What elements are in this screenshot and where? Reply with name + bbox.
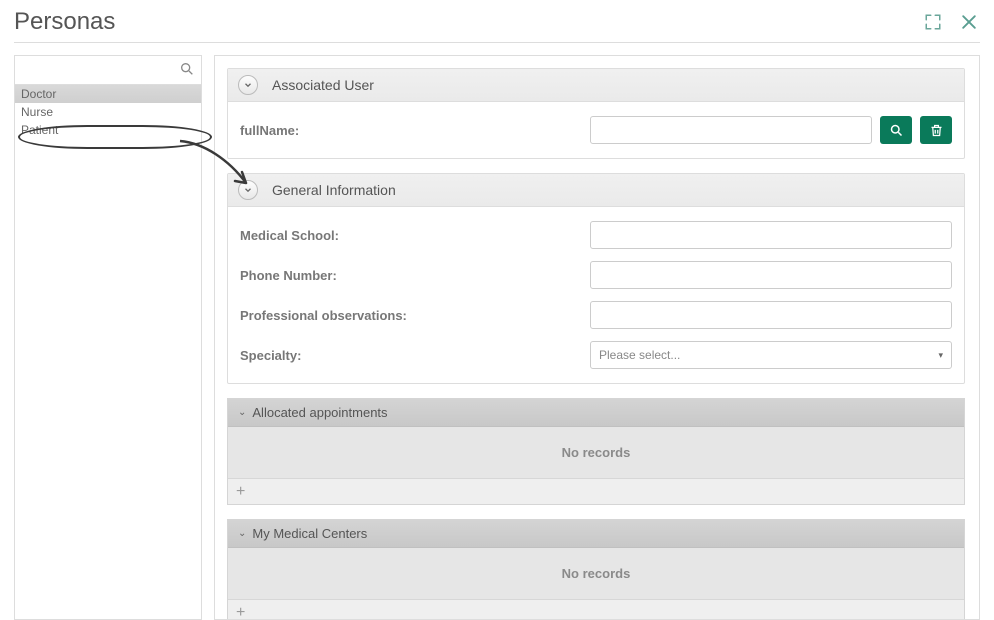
row-fullname: fullName: [240,116,952,144]
main-panel[interactable]: Associated User fullName: [214,55,980,620]
page-title: Personas [14,8,115,36]
centers-empty: No records [228,548,964,599]
close-icon[interactable] [958,11,980,33]
sidebar-item-nurse[interactable]: Nurse [15,103,201,121]
row-prof-obs: Professional observations: [240,301,952,329]
label-specialty: Specialty: [240,348,590,363]
persona-list: Doctor Nurse Patient [15,85,201,139]
search-icon [179,61,195,77]
search-input[interactable] [15,56,201,84]
label-phone-number: Phone Number: [240,268,590,283]
personas-window: Personas [0,0,994,620]
trash-icon [929,123,944,138]
add-center-button[interactable]: + [228,599,964,620]
panel-header-associated-user[interactable]: Associated User [228,69,964,102]
chevron-down-icon[interactable] [238,180,258,200]
subpanel-allocated-appointments: ⌄ Allocated appointments No records + [227,398,965,505]
panel-title: General Information [272,182,396,198]
fullname-input[interactable] [590,116,872,144]
fullname-controls [590,116,952,144]
chevron-down-icon[interactable] [238,75,258,95]
expand-icon[interactable] [922,11,944,33]
header-actions [922,11,980,33]
label-medical-school: Medical School: [240,228,590,243]
add-appointment-button[interactable]: + [228,478,964,504]
subpanel-title: Allocated appointments [252,405,387,420]
delete-button[interactable] [920,116,952,144]
appointments-empty: No records [228,427,964,478]
lookup-button[interactable] [880,116,912,144]
window-header: Personas [14,8,980,43]
panel-body-associated-user: fullName: [228,102,964,158]
search-icon [889,123,904,138]
subpanel-title: My Medical Centers [252,526,367,541]
chevron-down-icon: ⌄ [238,528,246,539]
subpanel-header-centers[interactable]: ⌄ My Medical Centers [228,520,964,548]
chevron-down-icon: ⌄ [238,407,246,418]
panel-body-general-info: Medical School: Phone Number: [228,207,964,383]
phone-number-input[interactable] [590,261,952,289]
window-body: Doctor Nurse Patient Associated User [14,43,980,620]
specialty-placeholder: Please select... [599,348,680,362]
label-fullname: fullName: [240,123,590,138]
row-phone-number: Phone Number: [240,261,952,289]
sidebar-item-patient[interactable]: Patient [15,121,201,139]
row-specialty: Specialty: Please select... ▾ [240,341,952,369]
main-inner: Associated User fullName: [227,68,967,620]
subpanel-header-appointments[interactable]: ⌄ Allocated appointments [228,399,964,427]
medical-school-input[interactable] [590,221,952,249]
plus-icon: + [236,604,245,620]
specialty-select[interactable]: Please select... ▾ [590,341,952,369]
sidebar: Doctor Nurse Patient [14,55,202,620]
plus-icon: + [236,483,245,501]
sidebar-item-doctor[interactable]: Doctor [15,85,201,103]
prof-obs-input[interactable] [590,301,952,329]
panel-title: Associated User [272,77,374,93]
panel-header-general-info[interactable]: General Information [228,174,964,207]
sidebar-search [15,56,201,85]
row-medical-school: Medical School: [240,221,952,249]
subpanel-medical-centers: ⌄ My Medical Centers No records + [227,519,965,620]
panel-general-info: General Information Medical School: Phon… [227,173,965,384]
label-prof-obs: Professional observations: [240,308,590,323]
panel-associated-user: Associated User fullName: [227,68,965,159]
chevron-down-icon: ▾ [938,350,943,361]
